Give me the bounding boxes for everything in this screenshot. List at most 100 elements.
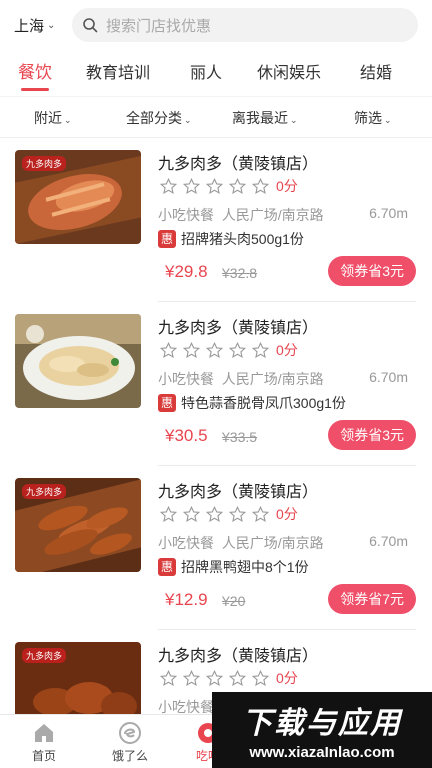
store-distance: 6.70m (369, 369, 408, 385)
star-rating: 0分 (160, 340, 298, 360)
chevron-down-icon: ⌄ (184, 115, 192, 125)
watermark-title: 下载与应用 (242, 707, 402, 740)
deal-item-name: 特色蒜香脱骨凤爪300g1份 (181, 395, 346, 411)
store-name: 九多肉多（黄陵镇店） (158, 156, 319, 173)
city-selector[interactable]: 上海 ⌄ (14, 15, 72, 36)
star-icon (160, 505, 177, 522)
discount-badge: 惠 (158, 230, 176, 248)
chicken-feet-dish-image (15, 314, 141, 408)
star-icon (229, 669, 246, 686)
deal-list: 九多肉多 九多肉多（黄陵镇店） 0分 小吃快餐 人民广场/南京路 6.70m 惠… (0, 138, 432, 714)
food-photo: 九多肉多 (15, 642, 141, 714)
store-distance: 6.70m (369, 533, 408, 549)
chevron-down-icon: ⌄ (64, 115, 72, 125)
food-photo: 九多肉多 (15, 150, 141, 244)
brand-tag: 九多肉多 (22, 648, 67, 663)
star-icon (183, 669, 200, 686)
filter-more[interactable]: 筛选 ⌄ (354, 108, 392, 128)
filter-label: 附近 (34, 110, 62, 126)
top-bar: 上海 ⌄ 搜索门店找优惠 (0, 0, 432, 50)
star-icon (183, 341, 200, 358)
category-tabs: 餐饮 教育培训 丽人 休闲娱乐 结婚 (0, 50, 432, 94)
nav-home[interactable]: 首页 (0, 715, 88, 768)
food-photo (15, 314, 141, 408)
star-icon (206, 341, 223, 358)
store-meta: 小吃快餐 人民广场/南京路 6.70m (158, 369, 408, 389)
deal-card[interactable]: 九多肉多（黄陵镇店） 0分 小吃快餐 人民广场/南京路 6.70m 惠 特色蒜香… (0, 302, 432, 466)
filter-label: 筛选 (354, 110, 382, 126)
eleme-icon (119, 722, 141, 744)
star-icon (252, 669, 269, 686)
watermark-url: www.xiazaInlao.com (249, 744, 395, 761)
star-icon (183, 505, 200, 522)
store-category: 小吃快餐 (158, 371, 214, 387)
store-category: 小吃快餐 (158, 207, 214, 223)
deal-card[interactable]: 九多肉多 九多肉多（黄陵镇店） 0分 小吃快餐 人民广场/南京路 6.70m 惠… (0, 138, 432, 302)
home-icon (35, 724, 53, 742)
discount-badge: 惠 (158, 394, 176, 412)
star-icon (229, 505, 246, 522)
star-rating: 0分 (160, 668, 298, 688)
chevron-down-icon: ⌄ (290, 115, 298, 125)
deal-item: 惠 招牌黑鸭翅中8个1份 (158, 557, 309, 577)
store-category: 小吃快餐 (158, 535, 214, 551)
tab-entertainment[interactable]: 休闲娱乐 (257, 59, 321, 83)
filter-nearby[interactable]: 附近 ⌄ (34, 108, 72, 128)
deal-item-name: 招牌黑鸭翅中8个1份 (181, 559, 309, 575)
original-price: ¥33.5 (222, 429, 258, 445)
claim-coupon-button[interactable]: 领券省3元 (328, 256, 416, 286)
search-placeholder: 搜索门店找优惠 (106, 17, 212, 35)
store-area: 人民广场/南京路 (221, 371, 324, 387)
star-icon (160, 341, 177, 358)
store-area: 人民广场/南京路 (221, 535, 324, 551)
store-meta: 小吃快餐 人民广场/南京路 6.70m (158, 205, 408, 225)
deal-item: 惠 招牌猪头肉500g1份 (158, 229, 304, 249)
star-icon (183, 177, 200, 194)
rating-score: 0分 (276, 178, 298, 194)
deal-item: 惠 特色蒜香脱骨凤爪300g1份 (158, 393, 346, 413)
star-icon (206, 669, 223, 686)
rating-score: 0分 (276, 670, 298, 686)
filter-bar: 附近 ⌄ 全部分类 ⌄ 离我最近 ⌄ 筛选 ⌄ (0, 96, 432, 138)
star-icon (252, 341, 269, 358)
search-input[interactable]: 搜索门店找优惠 (72, 8, 418, 42)
store-meta: 小吃快餐 人民广场/南京路 6.70m (158, 533, 408, 553)
store-name: 九多肉多（黄陵镇店） (158, 320, 319, 337)
claim-coupon-button[interactable]: 领券省3元 (328, 420, 416, 450)
chevron-down-icon: ⌄ (384, 115, 392, 125)
star-rating: 0分 (160, 504, 298, 524)
tab-label: 教育培训 (86, 65, 151, 82)
tab-catering[interactable]: 餐饮 (18, 58, 52, 91)
claim-coupon-button[interactable]: 领券省7元 (328, 584, 416, 614)
tab-label: 结婚 (360, 65, 393, 82)
tab-beauty[interactable]: 丽人 (190, 59, 222, 83)
rating-score: 0分 (276, 506, 298, 522)
store-name: 九多肉多（黄陵镇店） (158, 484, 319, 501)
city-label: 上海 (14, 17, 45, 35)
brand-tag: 九多肉多 (22, 484, 67, 499)
store-distance: 6.70m (369, 205, 408, 221)
tab-label: 丽人 (190, 65, 223, 82)
tab-wedding[interactable]: 结婚 (360, 59, 392, 83)
search-icon (83, 18, 98, 33)
watermark: 下载与应用 www.xiazaInlao.com (212, 692, 432, 768)
discount-badge: 惠 (158, 558, 176, 576)
food-photo: 九多肉多 (15, 478, 141, 572)
nav-eleme[interactable]: 饿了么 (86, 715, 174, 768)
deal-card[interactable]: 九多肉多 九多肉多（黄陵镇店） 0分 小吃快餐 人民广场/南京路 6.70m 惠… (0, 466, 432, 630)
deal-price: ¥29.8 (165, 262, 208, 281)
tab-label: 休闲娱乐 (257, 65, 322, 82)
store-category: 小吃快餐 (158, 699, 214, 714)
star-icon (252, 505, 269, 522)
nav-label: 首页 (31, 749, 56, 763)
filter-category[interactable]: 全部分类 ⌄ (126, 108, 192, 128)
star-icon (252, 177, 269, 194)
deal-price: ¥12.9 (165, 590, 208, 609)
star-icon (229, 341, 246, 358)
rating-score: 0分 (276, 342, 298, 358)
deal-price: ¥30.5 (165, 426, 208, 445)
filter-sort[interactable]: 离我最近 ⌄ (232, 108, 298, 128)
filter-label: 离我最近 (232, 110, 288, 126)
star-icon (206, 177, 223, 194)
tab-education[interactable]: 教育培训 (86, 59, 150, 83)
